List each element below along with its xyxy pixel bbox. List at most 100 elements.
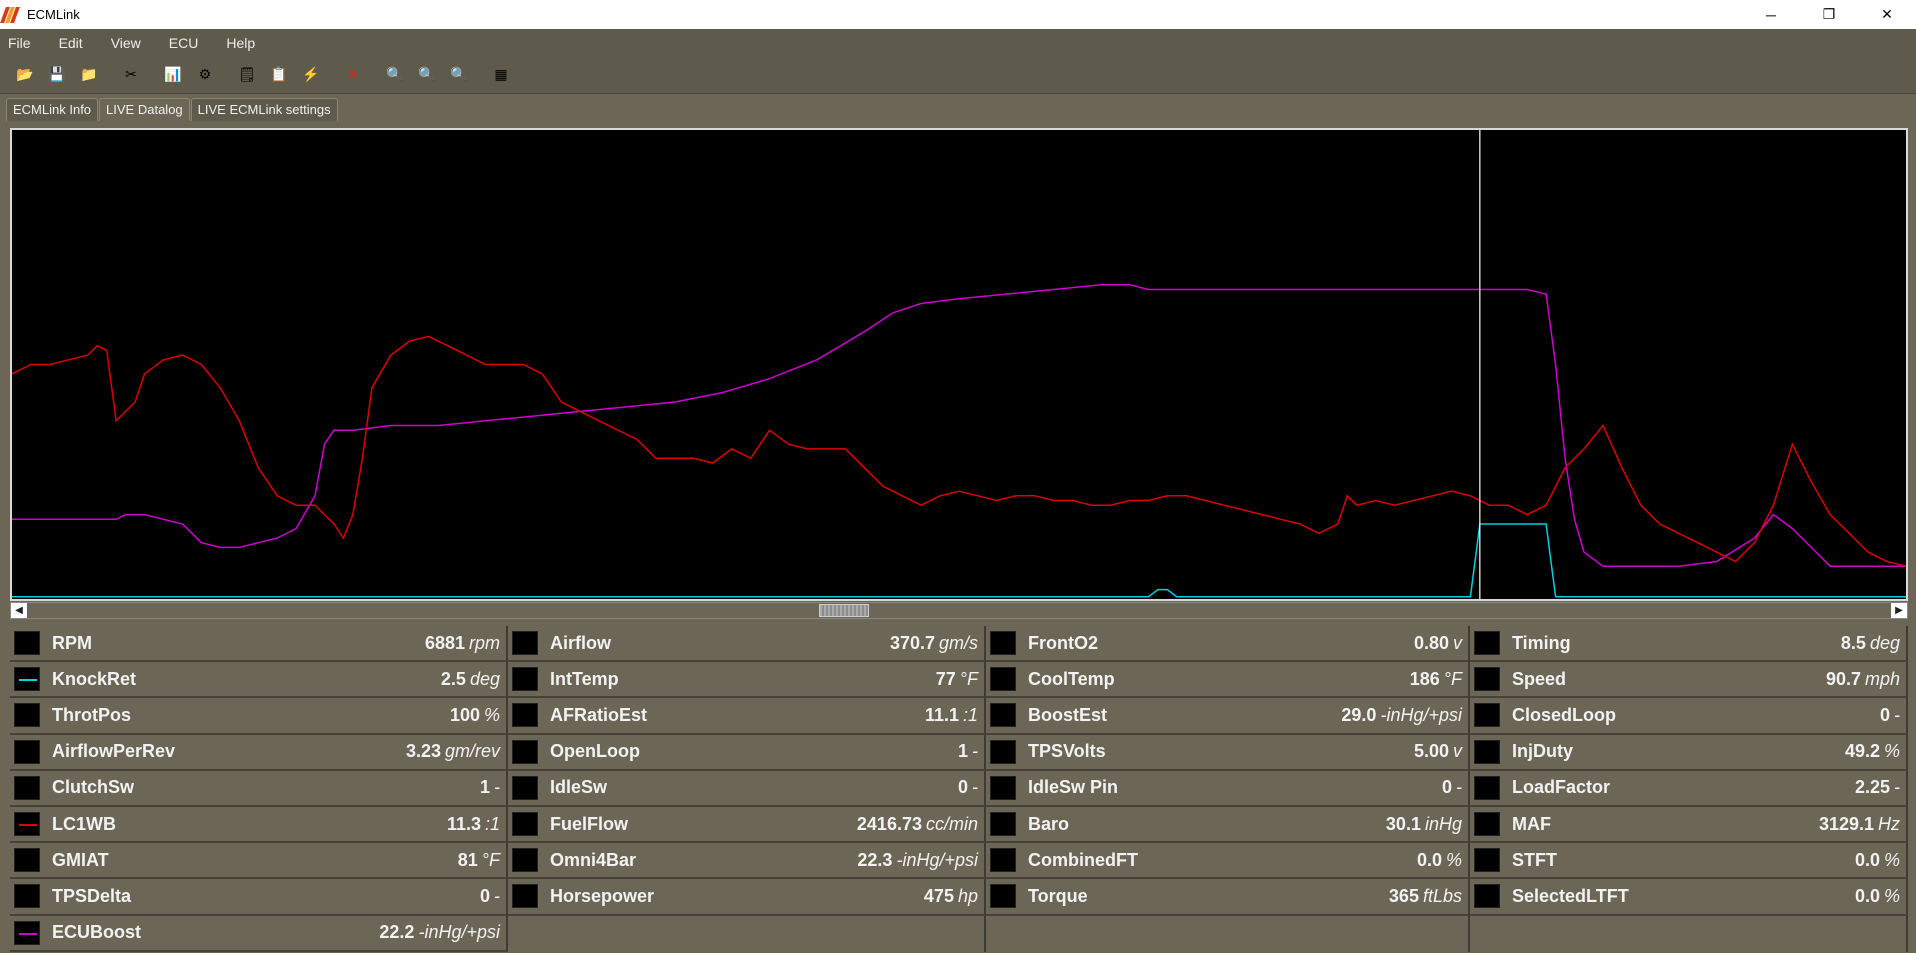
param-color-swatch[interactable] xyxy=(512,884,538,909)
tab-ecmlink-info[interactable]: ECMLink Info xyxy=(6,98,99,121)
param-color-swatch[interactable] xyxy=(1474,739,1500,764)
scrollbar-thumb[interactable] xyxy=(819,604,869,617)
param-name: FrontO2 xyxy=(1028,632,1098,653)
param-rpm[interactable]: RPM 6881 rpm xyxy=(10,626,508,663)
param-tpsvolts[interactable]: TPSVolts 5.00 v xyxy=(986,734,1470,771)
param-color-swatch[interactable] xyxy=(14,848,40,873)
param-color-swatch[interactable] xyxy=(1474,812,1500,837)
param-color-swatch[interactable] xyxy=(512,631,538,656)
param-value: 22.3 xyxy=(857,849,893,870)
param-color-swatch[interactable] xyxy=(990,812,1016,837)
param-color-swatch[interactable] xyxy=(512,667,538,692)
chart-scrollbar[interactable]: ◀ ▶ xyxy=(10,602,1908,619)
close-button[interactable]: ✕ xyxy=(1858,0,1916,29)
param-selectedltft[interactable]: SelectedLTFT 0.0% xyxy=(1470,879,1908,916)
chart-icon[interactable]: 📊 xyxy=(162,64,184,86)
param-color-swatch[interactable] xyxy=(512,775,538,800)
param-color-swatch[interactable] xyxy=(1474,703,1500,728)
param-color-swatch[interactable] xyxy=(990,631,1016,656)
param-color-swatch[interactable] xyxy=(14,775,40,800)
param-horsepower[interactable]: Horsepower 475 hp xyxy=(508,879,986,916)
param-injduty[interactable]: InjDuty 49.2% xyxy=(1470,734,1908,771)
param-throtpos[interactable]: ThrotPos 100% xyxy=(10,698,508,735)
param-ecuboost[interactable]: ECUBoost 22.2 -inHg/+psi xyxy=(10,915,508,952)
open-log-icon[interactable]: 📁 xyxy=(78,64,100,86)
menu-view[interactable]: View xyxy=(107,35,145,51)
datalog-chart[interactable] xyxy=(10,128,1908,601)
param-fronto2[interactable]: FrontO2 0.80 v xyxy=(986,626,1470,663)
param-color-swatch[interactable] xyxy=(990,884,1016,909)
param-openloop[interactable]: OpenLoop 1- xyxy=(508,734,986,771)
param-color-swatch[interactable] xyxy=(14,631,40,656)
scroll-right-icon[interactable]: ▶ xyxy=(1891,603,1907,618)
param-color-swatch[interactable] xyxy=(14,667,40,692)
map-icon[interactable]: ▦ xyxy=(490,64,512,86)
menu-edit[interactable]: Edit xyxy=(55,35,87,51)
param-tpsdelta[interactable]: TPSDelta 0- xyxy=(10,879,508,916)
param-color-swatch[interactable] xyxy=(512,812,538,837)
param-color-swatch[interactable] xyxy=(1474,667,1500,692)
sweep-icon[interactable]: ⚡ xyxy=(300,64,322,86)
tab-live-ecmlink-settings[interactable]: LIVE ECMLink settings xyxy=(190,98,338,121)
param-airflow[interactable]: Airflow 370.7 gm/s xyxy=(508,626,986,663)
param-color-swatch[interactable] xyxy=(990,703,1016,728)
tab-live-datalog[interactable]: LIVE Datalog xyxy=(99,98,190,121)
param-color-swatch[interactable] xyxy=(512,739,538,764)
param-idlesw[interactable]: IdleSw 0- xyxy=(508,770,986,807)
menu-help[interactable]: Help xyxy=(222,35,259,51)
param-speed[interactable]: Speed 90.7 mph xyxy=(1470,662,1908,699)
param-maf[interactable]: MAF 3129.1 Hz xyxy=(1470,806,1908,844)
param-clutchsw[interactable]: ClutchSw 1- xyxy=(10,770,508,807)
zoom-out-icon[interactable]: 🔍 xyxy=(448,64,470,86)
param-airflowperrev[interactable]: AirflowPerRev 3.23 gm/rev xyxy=(10,734,508,771)
param-idlesw-pin[interactable]: IdleSw Pin 0- xyxy=(986,770,1470,807)
zoom-1-icon[interactable]: 🔍 xyxy=(384,64,406,86)
tools-icon[interactable]: ✂ xyxy=(120,64,142,86)
param-color-swatch[interactable] xyxy=(14,703,40,728)
menu-ecu[interactable]: ECU xyxy=(165,35,203,51)
param-lc1wb[interactable]: LC1WB 11.3:1 xyxy=(10,806,508,844)
save-icon[interactable]: 💾 xyxy=(46,64,68,86)
param-name: LC1WB xyxy=(52,813,116,834)
param-loadfactor[interactable]: LoadFactor 2.25- xyxy=(1470,770,1908,807)
param-closedloop[interactable]: ClosedLoop 0- xyxy=(1470,698,1908,735)
param-color-swatch[interactable] xyxy=(512,703,538,728)
param-color-swatch[interactable] xyxy=(990,775,1016,800)
ecu-connect-icon[interactable]: ⚙ xyxy=(194,64,216,86)
scroll-left-icon[interactable]: ◀ xyxy=(11,603,27,618)
param-color-swatch[interactable] xyxy=(990,848,1016,873)
maximize-button[interactable]: ❐ xyxy=(1800,0,1858,29)
param-color-swatch[interactable] xyxy=(512,848,538,873)
open-folder-icon[interactable]: 📂 xyxy=(14,64,36,86)
menu-file[interactable]: File xyxy=(4,35,35,51)
param-color-swatch[interactable] xyxy=(14,739,40,764)
param-knockret[interactable]: KnockRet 2.5 deg xyxy=(10,662,508,699)
param-baro[interactable]: Baro 30.1 inHg xyxy=(986,806,1470,844)
param-color-swatch[interactable] xyxy=(14,812,40,837)
param-combinedft[interactable]: CombinedFT 0.0% xyxy=(986,843,1470,880)
param-timing[interactable]: Timing 8.5 deg xyxy=(1470,626,1908,663)
param-gmiat[interactable]: GMIAT 81 °F xyxy=(10,843,508,880)
param-torque[interactable]: Torque 365 ftLbs xyxy=(986,879,1470,916)
param-color-swatch[interactable] xyxy=(1474,884,1500,909)
param-color-swatch[interactable] xyxy=(14,920,40,945)
zoom-fit-icon[interactable]: 🔍 xyxy=(416,64,438,86)
param-color-swatch[interactable] xyxy=(1474,631,1500,656)
param-afratioest[interactable]: AFRatioEst 11.1:1 xyxy=(508,698,986,735)
param-color-swatch[interactable] xyxy=(14,884,40,909)
param-boostest[interactable]: BoostEst 29.0 -inHg/+psi xyxy=(986,698,1470,735)
param-cooltemp[interactable]: CoolTemp 186 °F xyxy=(986,662,1470,699)
param-omni4bar[interactable]: Omni4Bar 22.3 -inHg/+psi xyxy=(508,843,986,880)
delete-icon[interactable]: ✕ xyxy=(342,64,364,86)
param-color-swatch[interactable] xyxy=(1474,848,1500,873)
minimize-button[interactable]: ─ xyxy=(1742,0,1800,29)
param-fuelflow[interactable]: FuelFlow 2416.73 cc/min xyxy=(508,806,986,844)
param-color-swatch[interactable] xyxy=(1474,775,1500,800)
param-inttemp[interactable]: IntTemp 77 °F xyxy=(508,662,986,699)
datalog-chart-svg[interactable] xyxy=(11,130,1907,599)
param-color-swatch[interactable] xyxy=(990,739,1016,764)
param-color-swatch[interactable] xyxy=(990,667,1016,692)
settings-icon[interactable]: 🗒 xyxy=(236,64,258,86)
export-icon[interactable]: 📋 xyxy=(268,64,290,86)
param-stft[interactable]: STFT 0.0% xyxy=(1470,843,1908,880)
